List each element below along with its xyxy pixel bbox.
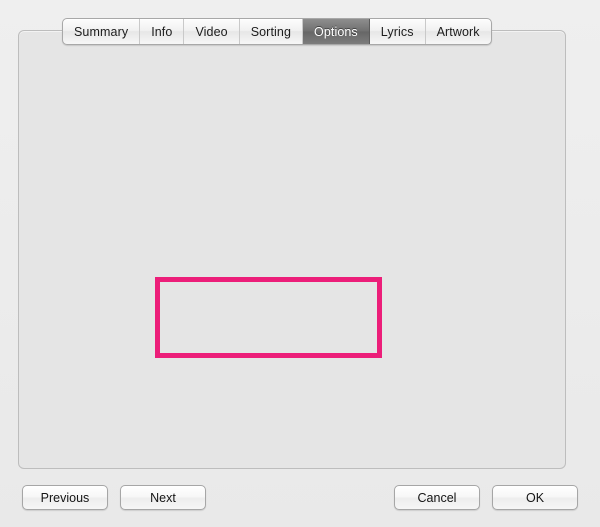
tab-video[interactable]: Video (184, 19, 240, 44)
tab-summary[interactable]: Summary (63, 19, 141, 44)
cancel-button[interactable]: Cancel (394, 485, 480, 510)
tab-label: Sorting (250, 24, 291, 39)
tab-options[interactable]: Options (303, 19, 370, 44)
previous-button[interactable]: Previous (22, 485, 108, 510)
tab-label: Options (314, 24, 358, 39)
tab-label: Info (151, 24, 173, 39)
tab-label: Lyrics (380, 24, 414, 39)
tab-label: Summary (74, 24, 129, 39)
tab-label: Artwork (436, 24, 480, 39)
tab-label: Video (195, 24, 228, 39)
tab-bar: Summary Info Video Sorting Options Lyric… (62, 18, 492, 45)
tab-artwork[interactable]: Artwork (426, 19, 491, 44)
navigation-buttons: Previous Next (22, 485, 206, 510)
tab-info[interactable]: Info (140, 19, 185, 44)
next-button[interactable]: Next (120, 485, 206, 510)
song-info-window: Summary Info Video Sorting Options Lyric… (0, 0, 600, 527)
action-buttons: Cancel OK (394, 485, 578, 510)
tab-lyrics[interactable]: Lyrics (370, 19, 426, 44)
tab-sorting[interactable]: Sorting (240, 19, 303, 44)
ok-button[interactable]: OK (492, 485, 578, 510)
options-panel (18, 30, 566, 469)
